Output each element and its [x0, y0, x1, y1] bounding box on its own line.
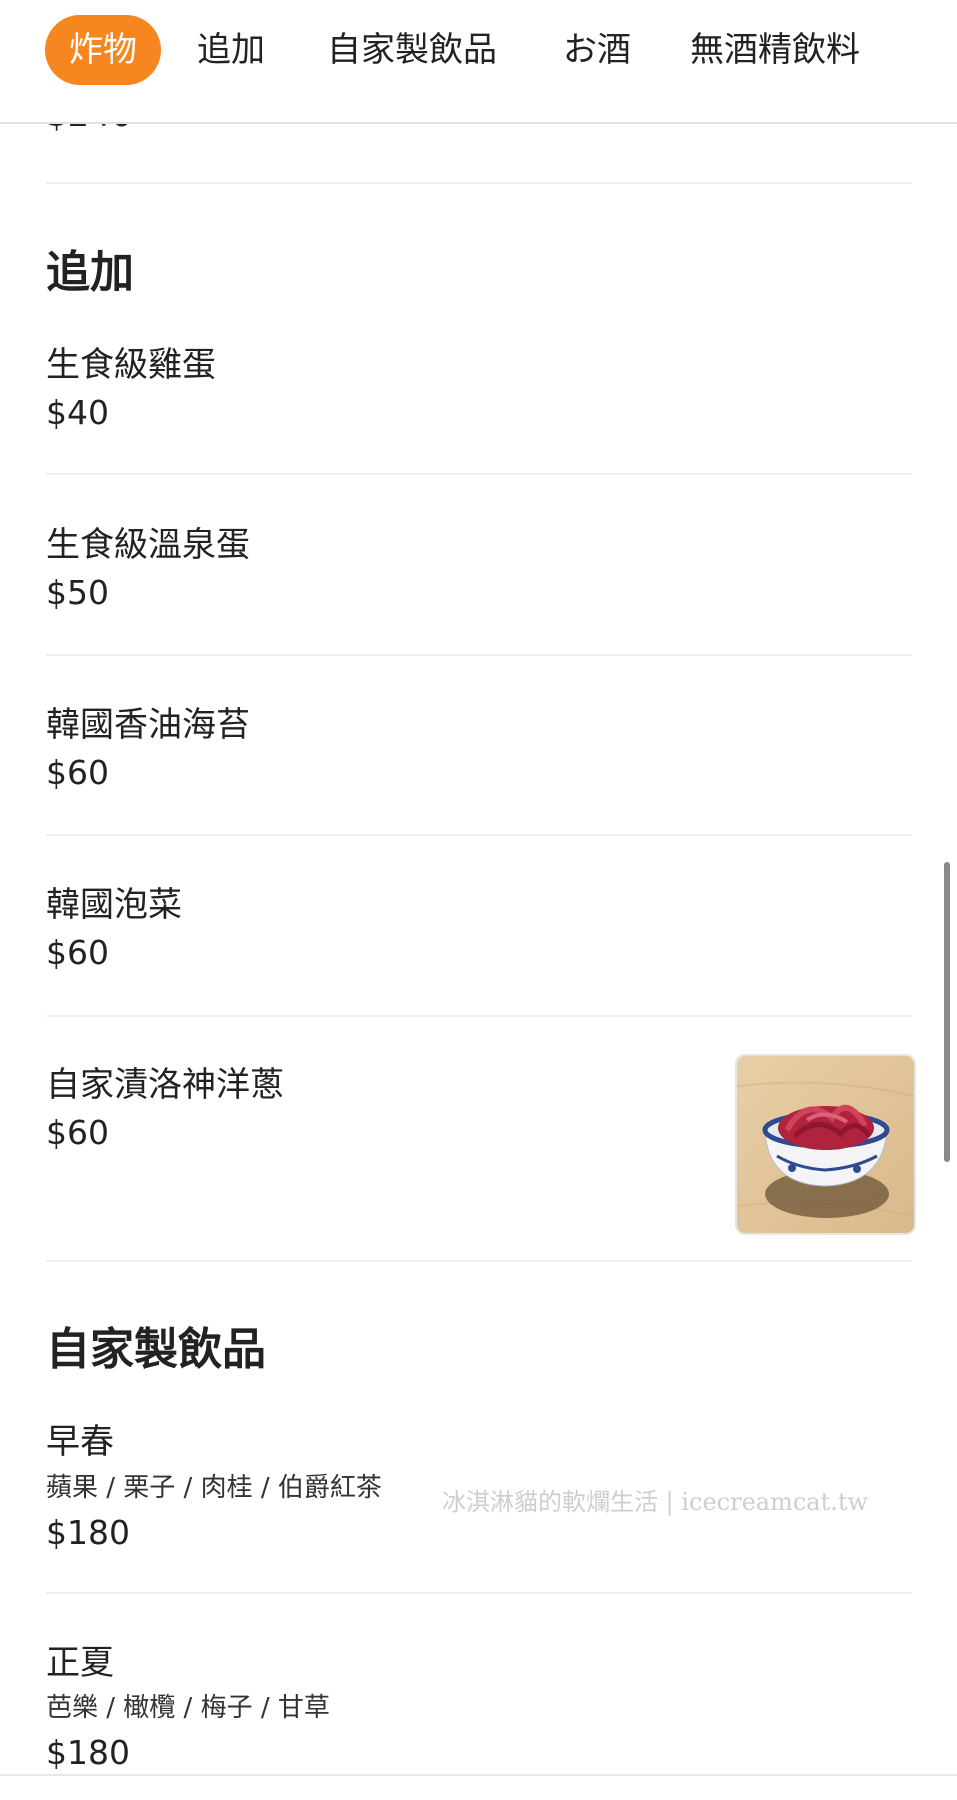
item-name: 韓國香油海苔	[46, 705, 250, 745]
divider	[0, 1774, 957, 1776]
scrollbar[interactable]	[944, 862, 950, 1162]
item-price: $180	[46, 1733, 130, 1772]
divider	[46, 654, 912, 656]
watermark: 冰淇淋貓的軟爛生活 | icecreamcat.tw	[442, 1488, 869, 1516]
item-price: $60	[46, 1113, 109, 1152]
tab-homemade-drinks[interactable]: 自家製飲品	[327, 15, 497, 85]
tab-extras[interactable]: 追加	[197, 15, 265, 85]
item-name: 正夏	[46, 1643, 114, 1683]
divider	[46, 834, 912, 836]
item-photo[interactable]	[735, 1054, 916, 1235]
section-title-drinks: 自家製飲品	[46, 1324, 266, 1375]
item-price: $180	[46, 1513, 130, 1552]
divider	[46, 1015, 912, 1017]
item-name: 早春	[46, 1422, 114, 1462]
item-name: 韓國泡菜	[46, 885, 182, 925]
item-price: $40	[46, 393, 109, 432]
divider	[46, 473, 912, 475]
item-description: 芭樂 / 橄欖 / 梅子 / 甘草	[46, 1693, 330, 1723]
section-title-extras: 追加	[46, 247, 134, 298]
item-name: 自家漬洛神洋蔥	[46, 1065, 284, 1105]
tab-alcohol[interactable]: お酒	[563, 15, 631, 85]
menu-content: $240 追加 生食級雞蛋 $40 生食級溫泉蛋 $50 韓國香油海苔 $60 …	[0, 0, 957, 1800]
item-name: 生食級雞蛋	[46, 345, 216, 385]
item-price: $60	[46, 933, 109, 972]
category-tab-bar: 炸物 追加 自家製飲品 お酒 無酒精飲料	[0, 0, 957, 124]
divider	[46, 1260, 912, 1262]
tab-non-alcoholic[interactable]: 無酒精飲料	[690, 15, 860, 85]
item-description: 蘋果 / 栗子 / 肉桂 / 伯爵紅茶	[46, 1473, 382, 1503]
divider	[46, 1592, 912, 1594]
item-price: $60	[46, 753, 109, 792]
divider	[46, 182, 912, 184]
item-price: $50	[46, 573, 109, 612]
tab-fried[interactable]: 炸物	[45, 15, 161, 85]
item-name: 生食級溫泉蛋	[46, 525, 250, 565]
